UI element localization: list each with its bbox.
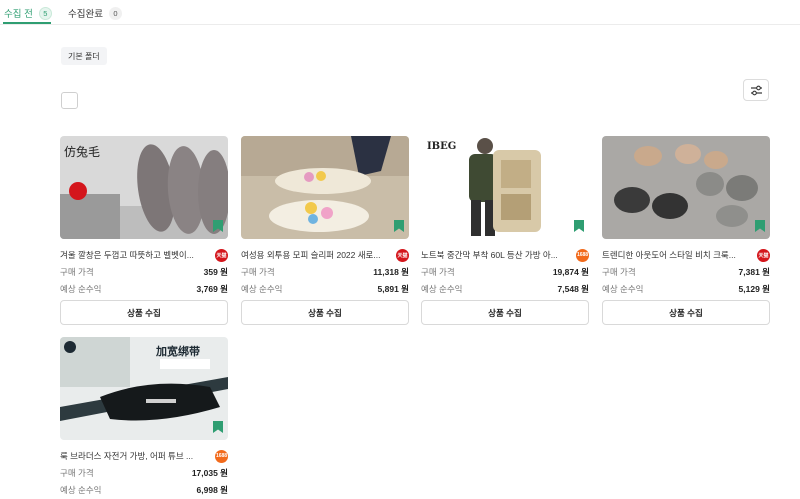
profit-label: 예상 순수익 <box>421 284 463 294</box>
image-caption: 仿兔毛 <box>64 144 100 159</box>
profit-value: 6,998 원 <box>196 485 228 495</box>
slipper-image <box>241 136 409 239</box>
collect-button[interactable]: 상품 수집 <box>602 300 770 325</box>
profit-value: 7,548 원 <box>557 284 589 294</box>
1688-icon: 1688 <box>576 248 589 262</box>
bookmark-icon[interactable] <box>213 220 223 232</box>
folder-chip[interactable]: 기본 폴더 <box>61 47 107 65</box>
product-image[interactable]: 仿兔毛 <box>60 136 228 239</box>
product-title[interactable]: 겨울 깔창은 두껍고 따뜻하고 벨벳이... <box>60 249 210 261</box>
tab-bar: 수집 전 5 수집완료 0 <box>0 0 800 25</box>
product-image[interactable] <box>241 136 409 239</box>
sandals-image <box>602 136 770 239</box>
backpack-image: IBEG <box>421 136 589 239</box>
product-image[interactable]: 加宽绑带 <box>60 337 228 440</box>
product-card: 여성용 외투용 모피 슬리퍼 2022 새로... 天猫 구매 가격 11,318… <box>241 136 409 325</box>
profit-label: 예상 순수익 <box>60 284 102 294</box>
product-title[interactable]: 룩 브라더스 자전거 가방, 어퍼 튜브 ... <box>60 450 210 462</box>
bookmark-icon[interactable] <box>574 220 584 232</box>
profit-value: 5,129 원 <box>738 284 770 294</box>
bookmark-icon[interactable] <box>394 220 404 232</box>
product-title[interactable]: 여성용 외투용 모피 슬리퍼 2022 새로... <box>241 249 391 261</box>
sliders-icon <box>750 85 762 95</box>
count-badge: 0 <box>108 6 122 20</box>
tab-label: 수집완료 <box>68 9 103 20</box>
image-caption: 加宽绑带 <box>155 344 200 358</box>
product-image[interactable]: IBEG <box>421 136 589 239</box>
tab-before-collect[interactable]: 수집 전 5 <box>4 3 52 23</box>
product-title[interactable]: 노트북 중간막 부착 60L 등산 가방 아... <box>421 249 571 261</box>
price-value: 11,318 원 <box>373 267 409 277</box>
bike-bag-image: 加宽绑带 <box>60 337 228 440</box>
tab-label: 수집 전 <box>4 9 33 20</box>
profit-label: 예상 순수익 <box>602 284 644 294</box>
tmall-icon: 天猫 <box>757 248 770 262</box>
profit-label: 예상 순수익 <box>241 284 283 294</box>
product-card: 加宽绑带 룩 브라더스 자전거 가방, 어퍼 튜브 ... 1688 구매 가격… <box>60 337 228 497</box>
active-tab-indicator <box>3 22 51 24</box>
price-label: 구매 가격 <box>421 267 455 277</box>
insole-image: 仿兔毛 <box>60 136 228 239</box>
product-image[interactable] <box>602 136 770 239</box>
collect-button[interactable]: 상품 수집 <box>241 300 409 325</box>
profit-label: 예상 순수익 <box>60 485 102 495</box>
bookmark-icon[interactable] <box>213 421 223 433</box>
collect-button[interactable]: 상품 수집 <box>60 300 228 325</box>
tmall-icon: 天猫 <box>396 248 409 262</box>
price-label: 구매 가격 <box>60 267 94 277</box>
count-badge: 5 <box>38 6 52 20</box>
price-value: 359 원 <box>203 267 228 277</box>
product-card: IBEG 노트북 중간막 부착 60L 등산 가방 아... 1688 구매 가… <box>421 136 589 325</box>
filter-button[interactable] <box>743 79 769 101</box>
product-title[interactable]: 트렌디한 아웃도어 스타일 비치 크룩... <box>602 249 752 261</box>
product-card: 仿兔毛 겨울 깔창은 두껍고 따뜻하고 벨벳이... 天猫 구매 가격 359 원… <box>60 136 228 325</box>
image-caption: IBEG <box>427 141 456 152</box>
tab-collected[interactable]: 수집완료 0 <box>68 3 122 23</box>
bookmark-icon[interactable] <box>755 220 765 232</box>
price-value: 7,381 원 <box>738 267 770 277</box>
select-all-checkbox[interactable] <box>61 92 78 109</box>
profit-value: 5,891 원 <box>377 284 409 294</box>
product-card: 트렌디한 아웃도어 스타일 비치 크룩... 天猫 구매 가격 7,381 원 예… <box>602 136 770 325</box>
price-label: 구매 가격 <box>241 267 275 277</box>
collect-button[interactable]: 상품 수집 <box>421 300 589 325</box>
1688-icon: 1688 <box>215 449 228 463</box>
price-value: 19,874 원 <box>552 267 589 277</box>
price-label: 구매 가격 <box>602 267 636 277</box>
profit-value: 3,769 원 <box>196 284 228 294</box>
price-value: 17,035 원 <box>191 468 228 478</box>
price-label: 구매 가격 <box>60 468 94 478</box>
tmall-icon: 天猫 <box>215 248 228 262</box>
